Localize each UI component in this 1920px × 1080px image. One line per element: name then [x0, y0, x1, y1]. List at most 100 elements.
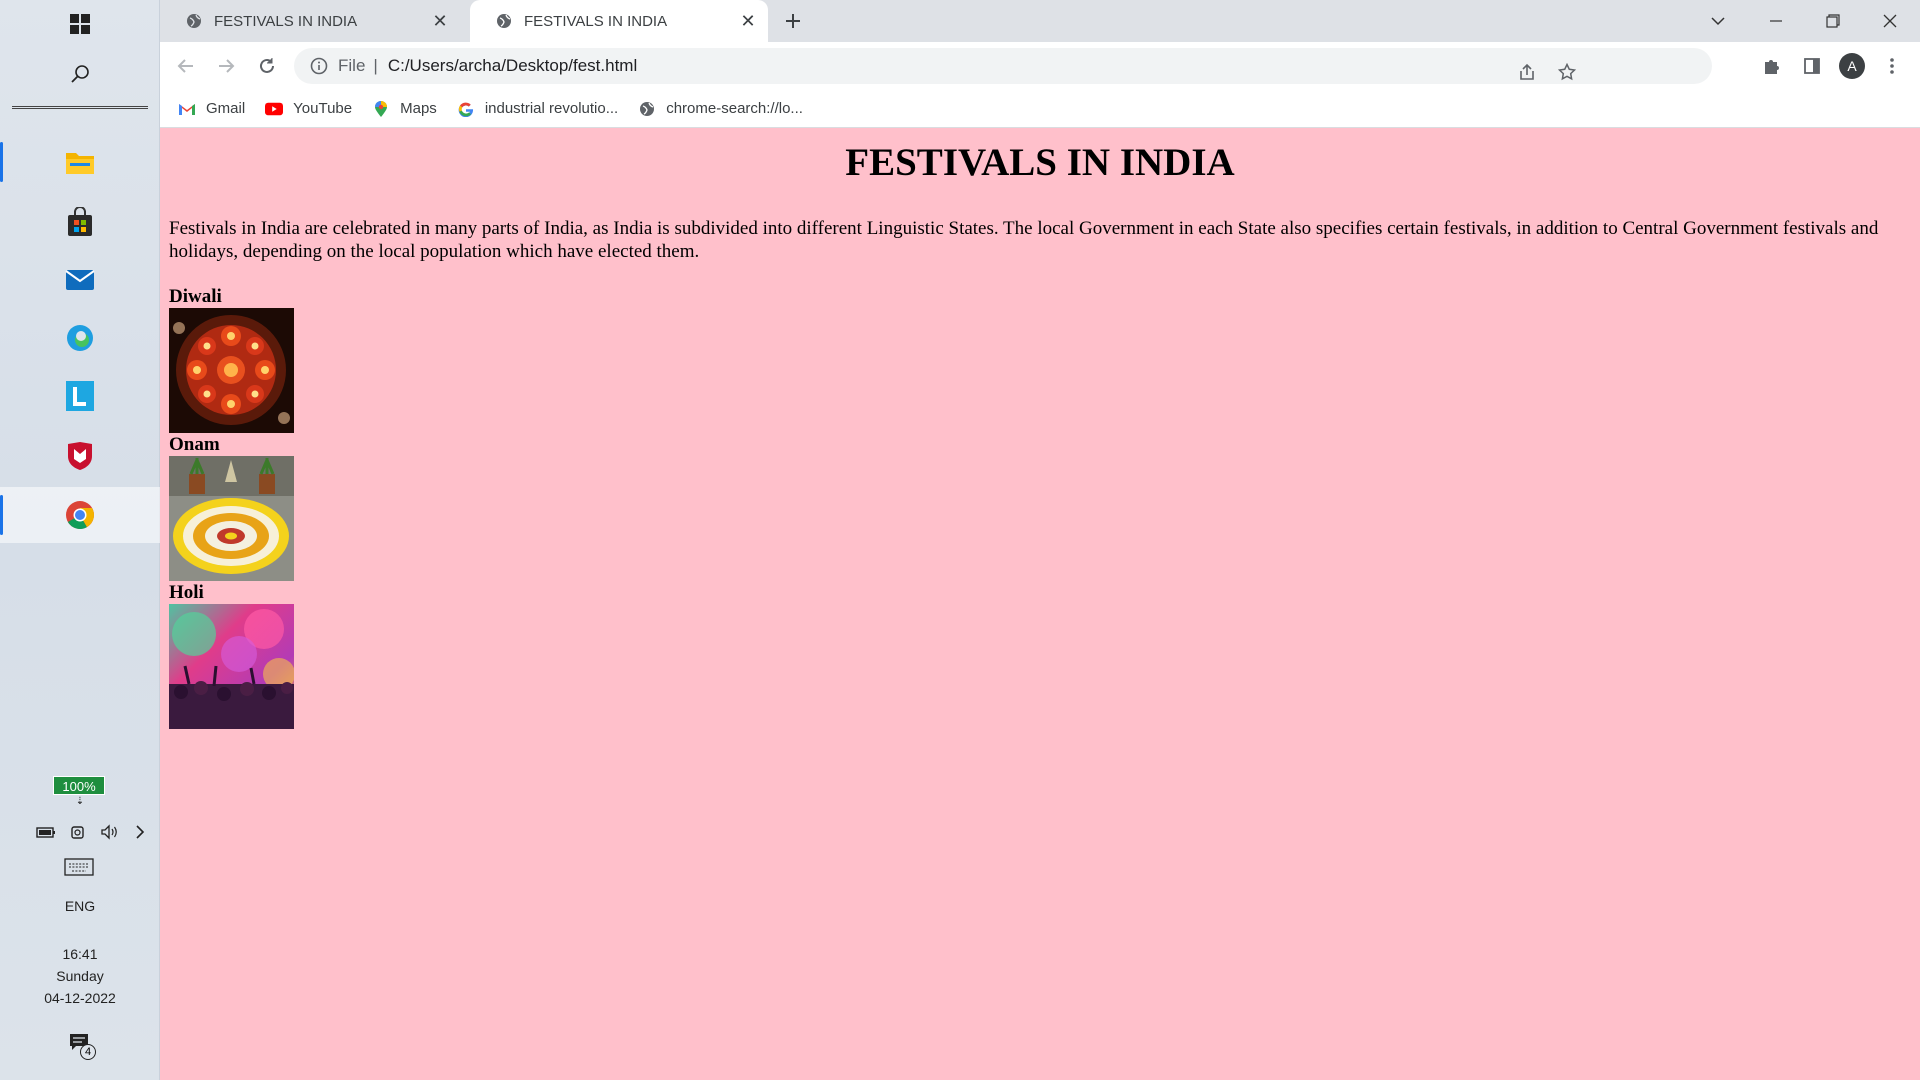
globe-favicon-icon [497, 14, 511, 28]
youtube-icon [265, 100, 284, 118]
festival-name: Holi [169, 581, 204, 603]
chrome-icon [66, 501, 94, 529]
new-tab-button[interactable] [778, 6, 808, 36]
star-icon [1558, 63, 1576, 81]
plus-icon [786, 14, 800, 28]
bookmark-label: chrome-search://lo... [666, 100, 803, 117]
tab-title: FESTIVALS IN INDIA [214, 12, 358, 30]
tab-strip: FESTIVALS IN INDIA ✕ FESTIVALS IN INDIA … [160, 0, 1920, 42]
page-heading: FESTIVALS IN INDIA [845, 141, 1235, 184]
forward-button[interactable] [210, 50, 242, 82]
input-language[interactable]: ENG [0, 898, 160, 914]
side-panel-button[interactable] [1797, 51, 1827, 81]
profile-button[interactable]: A [1837, 51, 1867, 81]
windows-logo-icon [70, 14, 90, 34]
google-icon [457, 100, 475, 118]
edge-button[interactable] [0, 310, 160, 366]
url-text[interactable]: C:/Users/archa/Desktop/fest.html [388, 56, 637, 76]
share-button[interactable] [1512, 57, 1542, 87]
menu-button[interactable] [1877, 51, 1907, 81]
folder-icon [66, 153, 94, 174]
gmail-icon [178, 100, 196, 118]
chrome-window: FESTIVALS IN INDIA ✕ FESTIVALS IN INDIA … [160, 0, 1920, 1080]
extensions-button[interactable] [1757, 51, 1787, 81]
globe-icon [638, 100, 656, 118]
active-indicator [0, 495, 3, 535]
active-indicator [0, 142, 3, 182]
tab-search-button[interactable] [1690, 0, 1746, 42]
clock-date[interactable]: 04-12-2022 [0, 990, 160, 1006]
search-button[interactable] [0, 48, 160, 100]
search-icon [71, 65, 89, 83]
web-page-content: FESTIVALS IN INDIA Festivals in India ar… [160, 128, 1920, 1080]
close-icon [1883, 14, 1897, 28]
microsoft-store-button[interactable] [0, 194, 160, 250]
close-tab-icon[interactable]: ✕ [426, 7, 454, 35]
address-bar[interactable]: File | C:/Users/archa/Desktop/fest.html [294, 48, 1712, 84]
file-explorer-button[interactable] [0, 134, 160, 190]
bookmark-label: Maps [400, 100, 437, 117]
clock-time[interactable]: 16:41 [0, 946, 160, 962]
back-button[interactable] [170, 50, 202, 82]
volume-icon[interactable] [100, 824, 120, 840]
tab-festivals-2[interactable]: FESTIVALS IN INDIA ✕ [470, 0, 768, 42]
store-bag-icon [68, 207, 92, 236]
battery-icon[interactable] [36, 825, 56, 839]
globe-favicon-icon [187, 14, 201, 28]
puzzle-icon [1765, 60, 1779, 74]
chevron-right-icon[interactable] [134, 824, 146, 840]
holi-colors-image [169, 603, 294, 729]
reload-button[interactable] [251, 50, 283, 82]
more-vertical-icon [1890, 58, 1894, 74]
diwali-diyas-image [169, 307, 294, 433]
close-tab-icon[interactable]: ✕ [734, 7, 762, 35]
minimize-icon [1770, 20, 1782, 22]
scheme-divider: | [373, 56, 378, 75]
mcafee-shield-icon [68, 442, 92, 470]
bookmark-maps[interactable]: Maps [372, 100, 437, 118]
bookmark-label: Gmail [206, 100, 246, 117]
arrow-right-icon [219, 59, 235, 73]
mail-button[interactable] [0, 252, 160, 308]
camera-icon[interactable] [70, 824, 86, 840]
notification-center-button[interactable]: 4 [68, 1032, 96, 1060]
onam-pookalam-image [169, 455, 294, 581]
keyboard-icon [64, 858, 94, 876]
reload-icon [260, 58, 274, 73]
taskbar-divider [12, 106, 148, 109]
festival-name: Diwali [169, 285, 222, 307]
bookmark-gmail[interactable]: Gmail [178, 100, 245, 118]
festival-onam: Onam [169, 433, 1911, 581]
festival-holi: Holi [169, 581, 1911, 729]
info-icon[interactable] [310, 57, 328, 75]
arrow-left-icon [177, 59, 193, 73]
tab-title: FESTIVALS IN INDIA [524, 12, 668, 30]
restore-button[interactable] [1805, 0, 1861, 42]
chevron-down-icon [1711, 17, 1725, 26]
clock-day[interactable]: Sunday [0, 968, 160, 984]
chrome-taskbar-button[interactable] [0, 487, 160, 543]
bookmark-industrial-revolution[interactable]: industrial revolutio... [457, 100, 618, 118]
bookmark-chrome-search[interactable]: chrome-search://lo... [638, 100, 803, 118]
side-panel-icon [1804, 58, 1820, 74]
intro-paragraph: Festivals in India are celebrated in man… [169, 217, 1879, 262]
browser-toolbar: File | C:/Users/archa/Desktop/fest.html … [160, 42, 1920, 90]
mcafee-button[interactable] [0, 428, 160, 484]
notification-count-badge: 4 [80, 1044, 96, 1060]
bookmark-youtube[interactable]: YouTube [265, 100, 352, 118]
close-window-button[interactable] [1862, 0, 1918, 42]
bookmark-star-button[interactable] [1552, 57, 1582, 87]
maps-icon [372, 100, 390, 118]
tab-festivals-1[interactable]: FESTIVALS IN INDIA ✕ [160, 0, 460, 42]
profile-avatar: A [1839, 53, 1865, 79]
touch-keyboard-button[interactable] [64, 858, 94, 881]
bookmark-label: industrial revolutio... [484, 100, 619, 117]
mail-icon [65, 270, 95, 290]
edge-icon [67, 325, 93, 351]
bookmark-label: YouTube [293, 100, 353, 117]
minimize-button[interactable] [1748, 0, 1804, 42]
l-app-button[interactable] [0, 368, 160, 424]
share-icon [1520, 63, 1534, 80]
start-button[interactable] [0, 0, 160, 48]
windows-taskbar: 100% ⇣ ENG 16:41 Sunday 04-12-2022 4 [0, 0, 160, 1080]
